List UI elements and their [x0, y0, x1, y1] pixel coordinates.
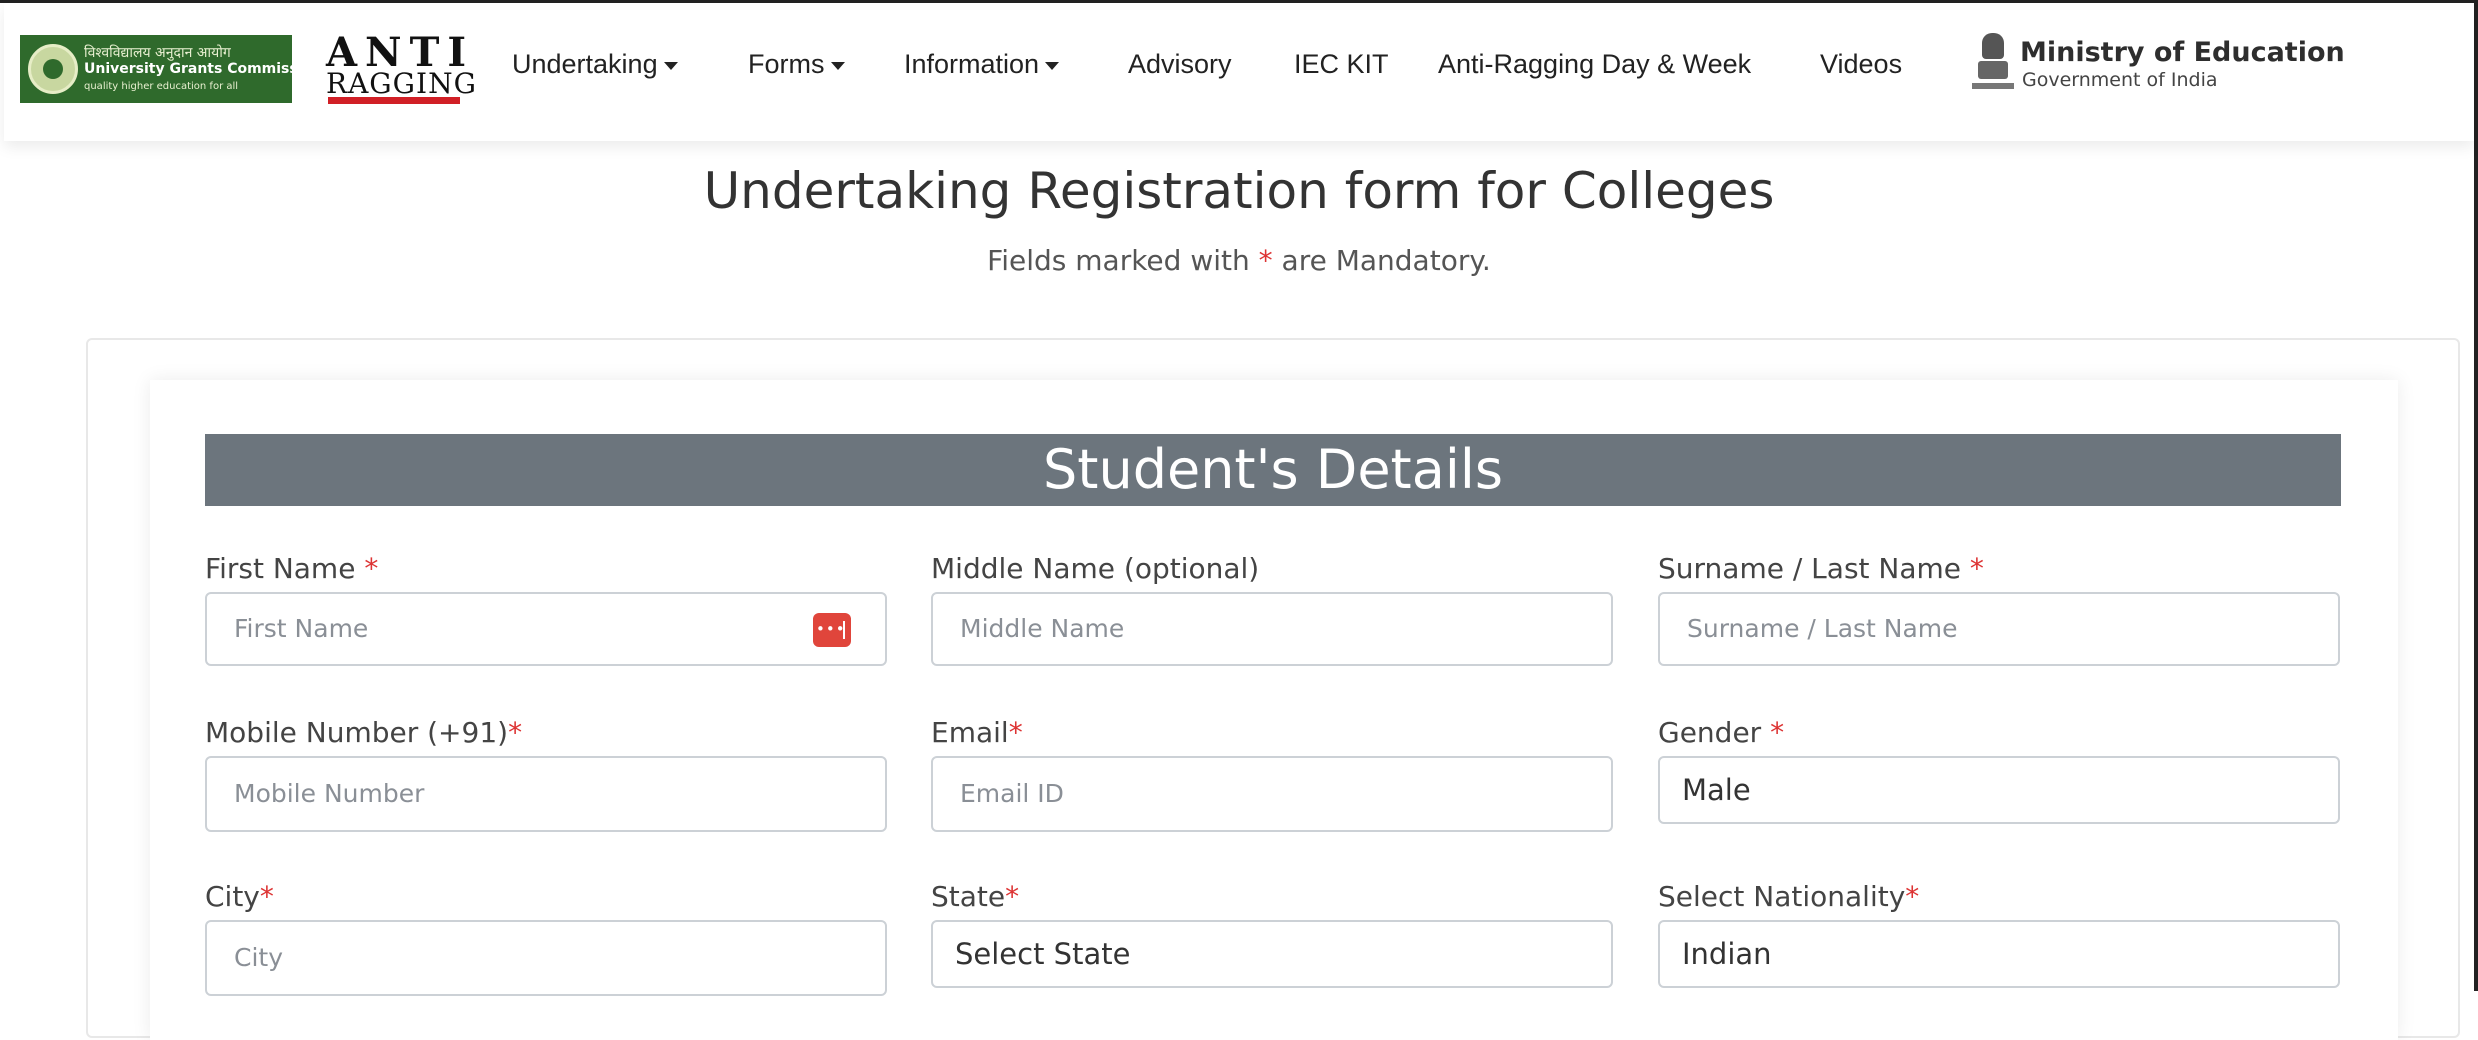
- moe-logo[interactable]: Ministry of Education Government of Indi…: [1970, 29, 2345, 105]
- required-star: *: [1905, 880, 1920, 913]
- required-star: *: [1005, 880, 1020, 913]
- first-name-input[interactable]: First Name: [205, 592, 887, 666]
- ugc-logo-tagline: quality higher education for all: [84, 81, 239, 92]
- email-input[interactable]: Email ID: [931, 756, 1613, 832]
- subtitle-text-before: Fields marked with: [987, 244, 1259, 277]
- nav-anti-ragging-day-week[interactable]: Anti-Ragging Day & Week: [1438, 49, 1751, 80]
- antiragging-logo[interactable]: ANTI RAGGING: [324, 29, 476, 105]
- required-star: *: [364, 552, 379, 585]
- required-star: *: [1770, 716, 1785, 749]
- nav-videos[interactable]: Videos: [1820, 49, 1902, 80]
- nav-advisory[interactable]: Advisory: [1128, 49, 1232, 80]
- caret-down-icon: [663, 61, 678, 70]
- nav-information-label: Information: [904, 49, 1040, 79]
- state-select[interactable]: Select State: [931, 920, 1613, 988]
- caret-down-icon: [1045, 61, 1060, 70]
- city-label: City*: [205, 880, 274, 913]
- section-title-students-details: Student's Details: [205, 434, 2341, 506]
- nav-forms-label: Forms: [748, 49, 825, 79]
- caret-down-icon: [830, 61, 845, 70]
- nationality-select[interactable]: Indian: [1658, 920, 2340, 988]
- ugc-logo-name: University Grants Commission: [84, 61, 323, 77]
- nationality-label-text: Select Nationality: [1658, 880, 1906, 913]
- antiragging-logo-bar: [328, 97, 460, 104]
- mobile-label-text: Mobile Number (+91): [205, 716, 509, 749]
- middle-name-input[interactable]: Middle Name: [931, 592, 1613, 666]
- navbar: विश्वविद्यालय अनुदान आयोग University Gra…: [4, 3, 2474, 141]
- first-name-label: First Name *: [205, 552, 378, 585]
- gender-label-text: Gender: [1658, 716, 1771, 749]
- surname-label-text: Surname / Last Name: [1658, 552, 1970, 585]
- city-label-text: City: [205, 880, 260, 913]
- surname-input[interactable]: Surname / Last Name: [1658, 592, 2340, 666]
- surname-label: Surname / Last Name *: [1658, 552, 1984, 585]
- ugc-logo[interactable]: विश्वविद्यालय अनुदान आयोग University Gra…: [20, 35, 322, 103]
- gender-label: Gender *: [1658, 716, 1784, 749]
- nav-forms[interactable]: Forms: [748, 49, 845, 80]
- first-name-label-text: First Name: [205, 552, 365, 585]
- nav-undertaking-label: Undertaking: [512, 49, 658, 79]
- nationality-label: Select Nationality*: [1658, 880, 1919, 913]
- frame-right: [2474, 0, 2478, 991]
- password-manager-icon[interactable]: [813, 613, 851, 647]
- page-title: Undertaking Registration form for Colleg…: [703, 162, 1775, 220]
- nav-undertaking[interactable]: Undertaking: [512, 49, 678, 80]
- mobile-input[interactable]: Mobile Number: [205, 756, 887, 832]
- state-label-text: State: [931, 880, 1006, 913]
- nav-iec-kit[interactable]: IEC KIT: [1294, 49, 1389, 80]
- required-star: *: [1008, 716, 1023, 749]
- state-label: State*: [931, 880, 1019, 913]
- nav-information[interactable]: Information: [904, 49, 1060, 80]
- gender-select[interactable]: Male: [1658, 756, 2340, 824]
- national-emblem-icon: [1970, 33, 2016, 97]
- city-input[interactable]: City: [205, 920, 887, 996]
- page-subtitle: Fields marked with * are Mandatory.: [0, 244, 2478, 277]
- subtitle-text-after: are Mandatory.: [1272, 244, 1491, 277]
- moe-subtitle: Government of India: [2022, 69, 2218, 91]
- middle-name-label: Middle Name (optional): [931, 552, 1260, 585]
- ugc-logo-hindi: विश्वविद्यालय अनुदान आयोग: [84, 45, 231, 61]
- required-star: *: [1969, 552, 1984, 585]
- required-star: *: [508, 716, 523, 749]
- email-label: Email*: [931, 716, 1023, 749]
- required-star: *: [259, 880, 274, 913]
- ugc-emblem-icon: [28, 44, 78, 94]
- email-label-text: Email: [931, 716, 1009, 749]
- required-star: *: [1258, 244, 1273, 277]
- mobile-label: Mobile Number (+91)*: [205, 716, 522, 749]
- moe-title: Ministry of Education: [2020, 37, 2345, 68]
- antiragging-logo-bottom: RAGGING: [326, 67, 477, 100]
